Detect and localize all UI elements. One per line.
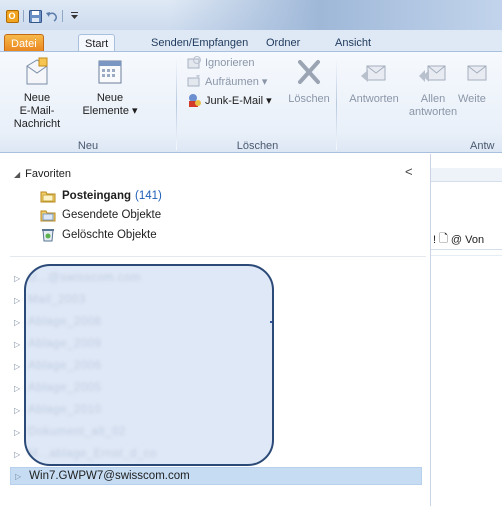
delete-x-icon — [298, 60, 320, 84]
folder-posteingang[interactable]: Posteingang (141) — [40, 187, 162, 205]
inbox-icon — [40, 191, 56, 203]
ribbon: Neue E-Mail-Nachricht Neue Elemente ▾ Ne… — [0, 51, 502, 153]
expand-triangle-icon[interactable]: ◢ — [14, 170, 20, 179]
folder-geloeschte-objekte[interactable]: Gelöschte Objekte — [40, 226, 157, 244]
cleanup-icon — [187, 75, 200, 87]
from-column-header[interactable]: Von — [465, 234, 484, 246]
expand-arrow-icon[interactable]: ▷ — [14, 450, 20, 459]
item-type-icon[interactable]: 🗋 — [439, 230, 448, 249]
reply-all-icon — [419, 65, 446, 82]
group-label-antworten: Antw — [470, 140, 495, 152]
expand-arrow-icon[interactable]: ▷ — [14, 340, 20, 349]
qat-separator — [62, 10, 63, 22]
reply-all-button[interactable]: Allen antworten — [408, 56, 458, 119]
new-items-label: Neue Elemente ▾ — [82, 92, 138, 117]
expand-arrow-icon[interactable]: ▷ — [14, 296, 20, 305]
ribbon-tab-row: Datei Start Senden/Empfangen Ordner Ansi… — [0, 30, 502, 53]
cleanup-label: Aufräumen ▾ — [205, 75, 268, 88]
new-email-button[interactable]: Neue E-Mail-Nachricht — [2, 56, 72, 131]
forward-label: Weite — [458, 93, 486, 105]
message-list-search-strip[interactable] — [431, 168, 502, 182]
expand-arrow-icon[interactable]: ▷ — [14, 406, 20, 415]
junk-email-label: Junk-E-Mail ▾ — [205, 94, 272, 107]
tab-ansicht[interactable]: Ansicht — [329, 34, 377, 52]
stray-dot — [270, 321, 272, 323]
importance-icon[interactable]: ! — [433, 234, 436, 246]
group-label-neu: Neu — [77, 140, 99, 152]
tab-ordner[interactable]: Ordner — [260, 34, 306, 52]
message-list-divider — [431, 255, 502, 256]
collapse-pane-button[interactable]: < — [405, 164, 413, 179]
folder-label: Posteingang — [62, 190, 132, 202]
unread-count: (141) — [135, 190, 162, 202]
group-label-loeschen: Löschen — [236, 140, 279, 152]
section-divider — [10, 256, 426, 257]
tab-senden-empfangen[interactable]: Senden/Empfangen — [145, 34, 254, 52]
undo-icon[interactable] — [43, 9, 59, 23]
expand-arrow-icon[interactable]: ▷ — [15, 472, 21, 481]
account-item-selected[interactable]: ▷ Win7.GWPW7@swisscom.com — [10, 467, 422, 485]
message-list-pane: ! 🗋 @ Von — [430, 154, 502, 506]
sent-items-icon — [40, 210, 56, 222]
group-separator — [336, 58, 337, 150]
delete-button[interactable]: Löschen — [284, 56, 334, 106]
qat-separator — [23, 10, 24, 22]
favorites-header-label: Favoriten — [25, 168, 72, 180]
title-bar-gradient — [170, 0, 502, 30]
outlook-app-icon[interactable]: O — [4, 9, 20, 23]
quick-access-toolbar: O — [4, 9, 82, 23]
delete-label: Löschen — [288, 93, 330, 105]
attachment-icon[interactable]: @ — [451, 234, 462, 246]
calendar-icon — [98, 60, 122, 84]
group-separator — [176, 58, 177, 150]
expand-arrow-icon[interactable]: ▷ — [14, 428, 20, 437]
expand-arrow-icon[interactable]: ▷ — [14, 362, 20, 371]
reply-all-label: Allen antworten — [408, 93, 458, 118]
ignore-icon — [187, 56, 201, 69]
new-email-label: Neue E-Mail-Nachricht — [13, 92, 61, 130]
reply-label: Antworten — [349, 93, 399, 105]
account-label: Win7.GWPW7@swisscom.com — [29, 470, 190, 482]
new-email-icon — [26, 57, 48, 85]
title-bar: O — [0, 0, 502, 30]
folder-gesendete-objekte[interactable]: Gesendete Objekte — [40, 206, 161, 224]
folder-label: Gesendete Objekte — [62, 209, 162, 221]
message-list-header: ! 🗋 @ Von — [431, 230, 502, 250]
junk-email-icon — [189, 94, 201, 107]
tab-datei[interactable]: Datei — [4, 34, 44, 52]
ignore-button[interactable]: Ignorieren — [186, 54, 255, 72]
outlook-logo-letter: O — [5, 9, 19, 23]
forward-button[interactable]: Weite — [458, 56, 502, 106]
forward-icon — [467, 65, 487, 81]
deleted-items-icon — [42, 229, 54, 242]
reply-icon — [361, 65, 386, 82]
favorites-header[interactable]: ◢ Favoriten — [14, 168, 71, 180]
customize-icon[interactable] — [66, 9, 82, 23]
new-items-button[interactable]: Neue Elemente ▾ — [78, 56, 142, 118]
reply-button[interactable]: Antworten — [340, 56, 408, 106]
expand-arrow-icon[interactable]: ▷ — [14, 384, 20, 393]
junk-email-button[interactable]: Junk-E-Mail ▾ — [186, 91, 272, 109]
expand-arrow-icon[interactable]: ▷ — [14, 318, 20, 327]
expand-arrow-icon[interactable]: ▷ — [14, 274, 20, 283]
redaction-overlay — [24, 264, 274, 466]
folder-label: Gelöschte Objekte — [62, 229, 157, 241]
ignore-label: Ignorieren — [205, 57, 255, 69]
cleanup-button[interactable]: Aufräumen ▾ — [186, 72, 267, 90]
save-icon[interactable] — [27, 9, 43, 23]
